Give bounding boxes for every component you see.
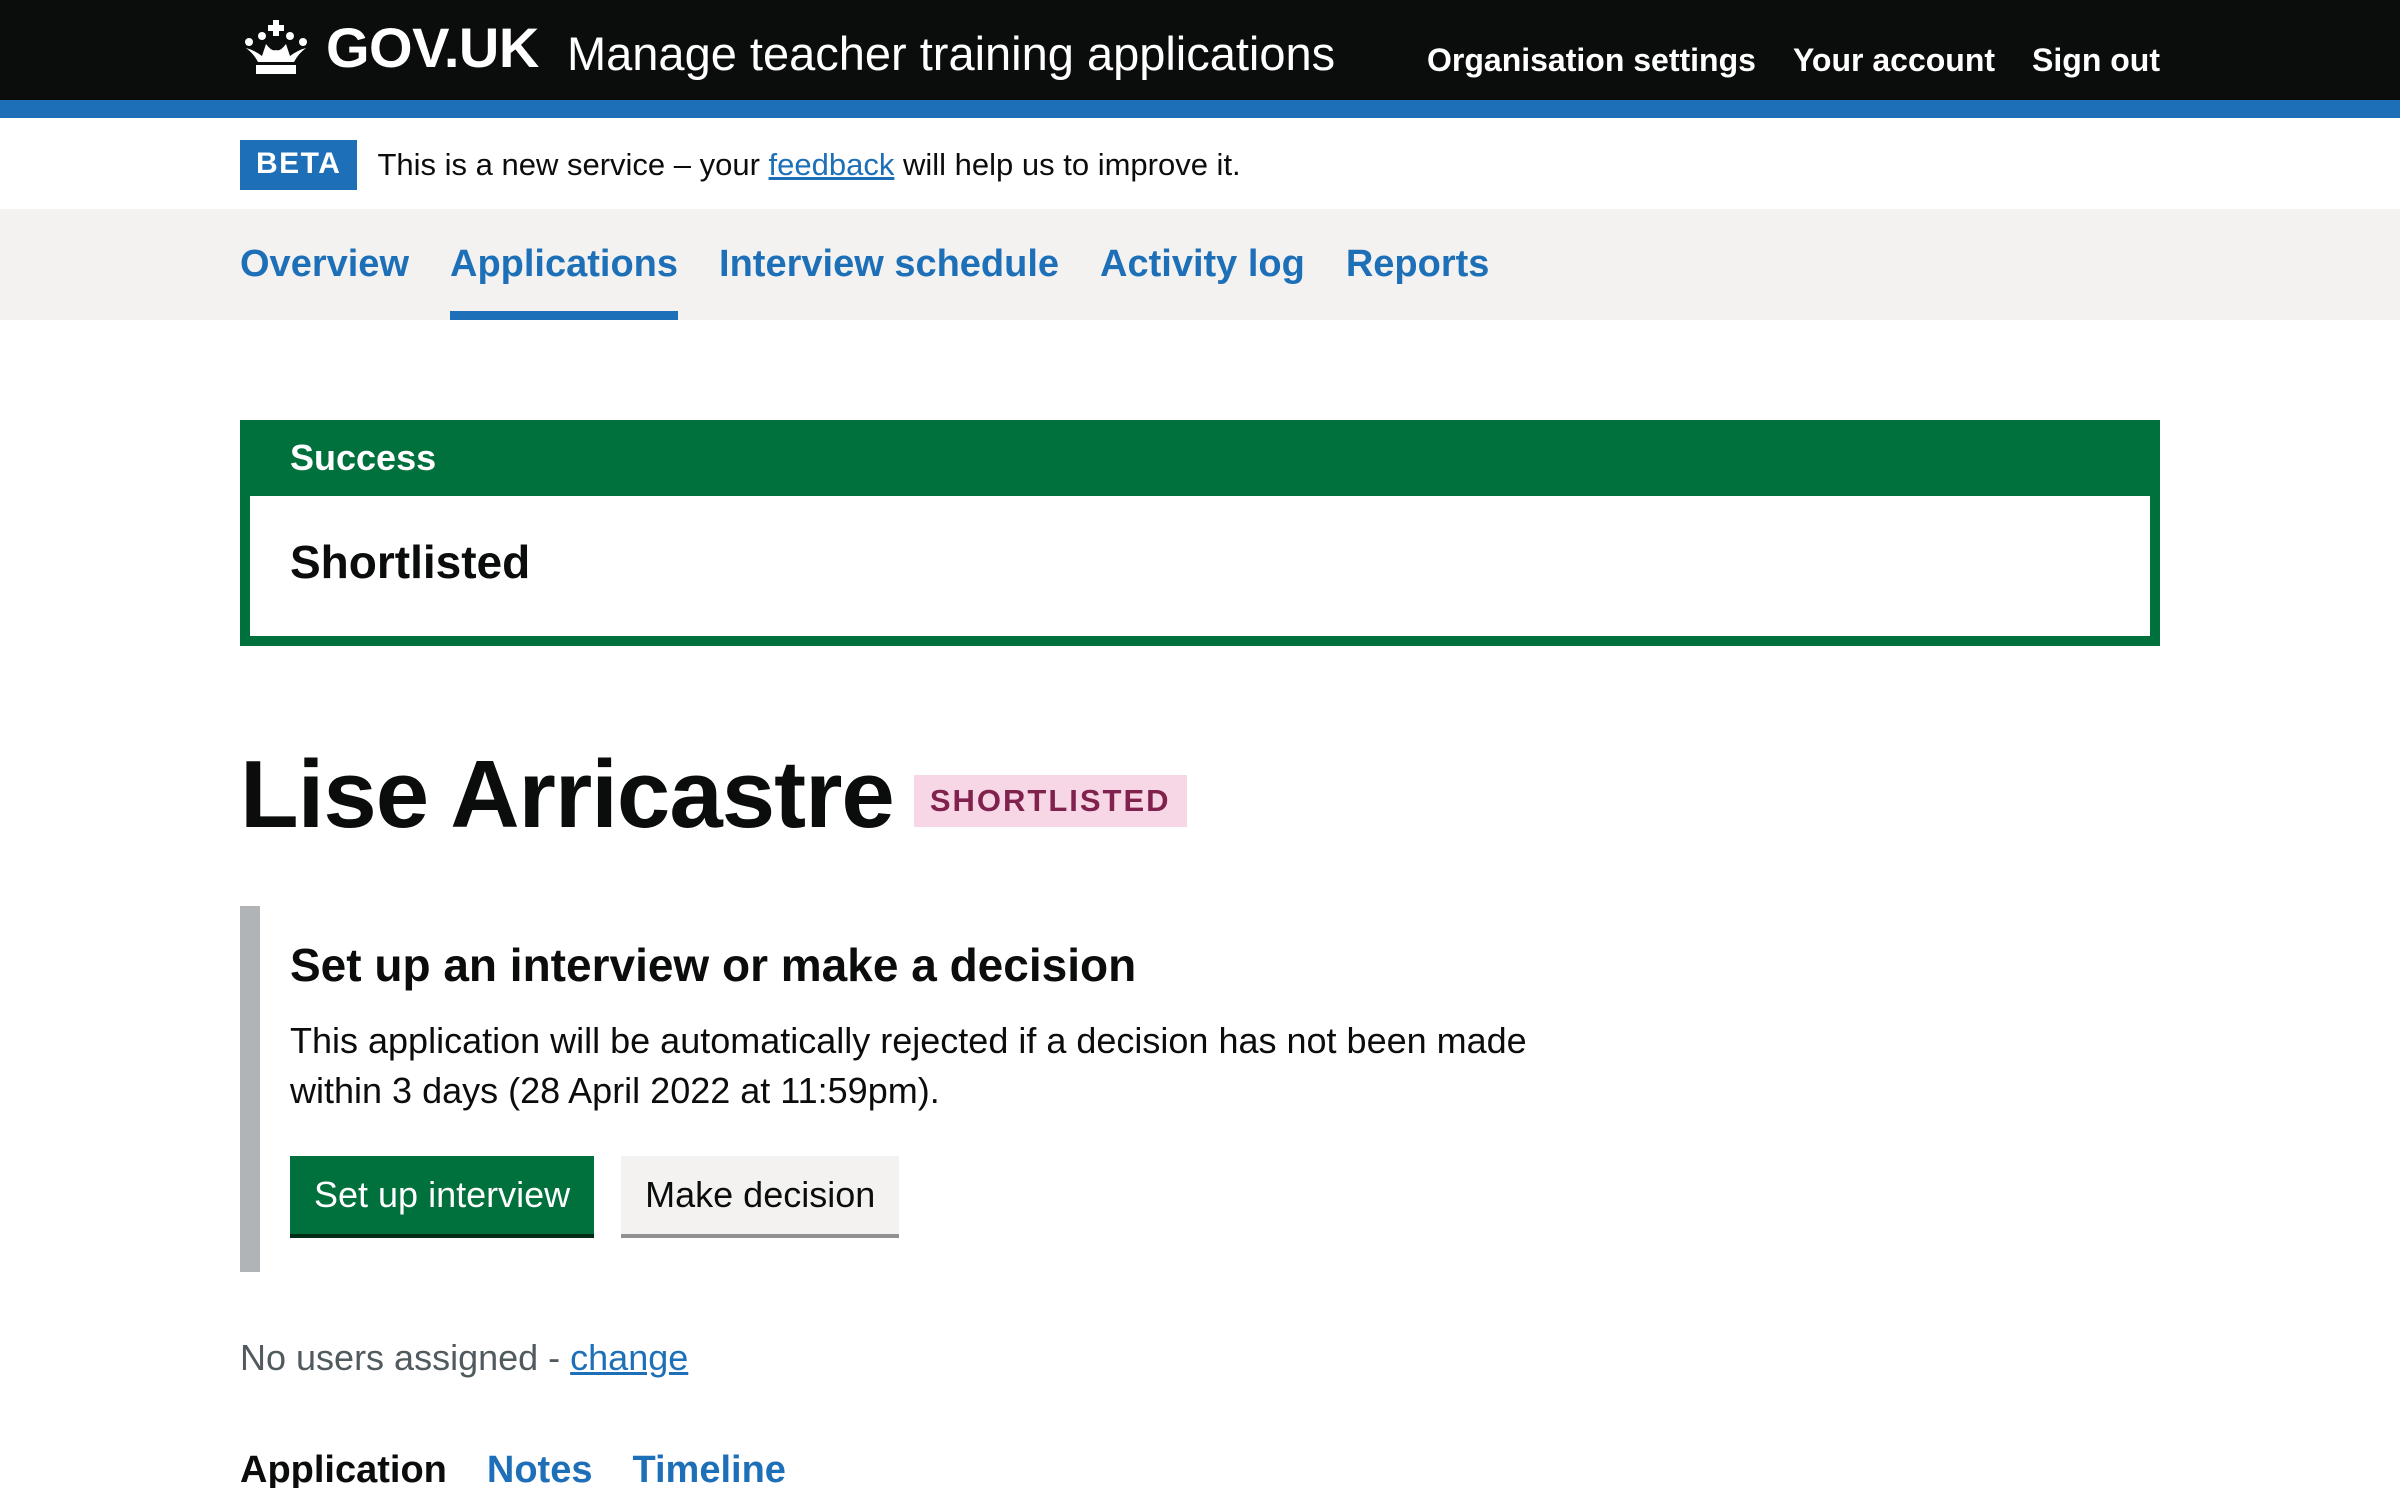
beta-tag: BETA: [240, 140, 358, 190]
primary-navigation: Overview Applications Interview schedule…: [0, 209, 2400, 320]
notification-heading: Shortlisted: [290, 536, 531, 588]
nav-applications[interactable]: Applications: [450, 209, 679, 320]
assigned-users: No users assigned - change: [240, 1330, 688, 1386]
page-title: Lise Arricastre SHORTLISTED: [240, 740, 1187, 850]
sign-out-link[interactable]: Sign out: [2032, 34, 2160, 86]
nav-reports[interactable]: Reports: [1346, 209, 1490, 320]
nav-activity-log[interactable]: Activity log: [1100, 209, 1305, 320]
phase-text-before: This is a new service – your: [377, 147, 769, 182]
nav-overview[interactable]: Overview: [240, 209, 409, 320]
phase-text-after: will help us to improve it.: [894, 147, 1241, 182]
decision-inset: Set up an interview or make a decision T…: [240, 906, 1527, 1272]
success-notification-banner: Success Shortlisted: [240, 420, 2160, 646]
change-assigned-users-link[interactable]: change: [570, 1337, 688, 1378]
organisation-settings-link[interactable]: Organisation settings: [1427, 34, 1756, 86]
inset-heading: Set up an interview or make a decision: [290, 939, 1137, 991]
notification-title: Success: [250, 430, 2150, 496]
your-account-link[interactable]: Your account: [1793, 34, 1995, 86]
nav-interview-schedule[interactable]: Interview schedule: [719, 209, 1059, 320]
phase-banner: BETA This is a new service – your feedba…: [240, 140, 1241, 190]
service-name[interactable]: Manage teacher training applications: [567, 22, 1335, 86]
make-decision-button[interactable]: Make decision: [621, 1156, 900, 1234]
tab-timeline[interactable]: Timeline: [632, 1440, 785, 1488]
inset-body: This application will be automatically r…: [290, 1020, 1527, 1111]
status-badge: SHORTLISTED: [913, 775, 1187, 827]
application-tabs: Application Notes Timeline: [240, 1440, 786, 1488]
govuk-logo-link[interactable]: GOV.UK: [240, 16, 539, 80]
phase-banner-text: This is a new service – your feedback wi…: [377, 145, 1240, 185]
crown-icon: [245, 20, 307, 74]
tab-notes[interactable]: Notes: [487, 1440, 593, 1488]
button-group: Set up interview Make decision: [290, 1156, 1500, 1234]
govuk-logo-text: GOV.UK: [326, 16, 539, 79]
set-up-interview-button[interactable]: Set up interview: [290, 1156, 595, 1234]
govuk-header: GOV.UK Manage teacher training applicati…: [0, 0, 2400, 100]
candidate-name: Lise Arricastre: [240, 741, 895, 848]
header-blue-stripe: [0, 100, 2400, 118]
tab-application[interactable]: Application: [240, 1440, 447, 1488]
header-navigation: Organisation settings Your account Sign …: [1427, 34, 2160, 86]
feedback-link[interactable]: feedback: [769, 147, 895, 182]
assigned-users-text: No users assigned -: [240, 1337, 571, 1378]
